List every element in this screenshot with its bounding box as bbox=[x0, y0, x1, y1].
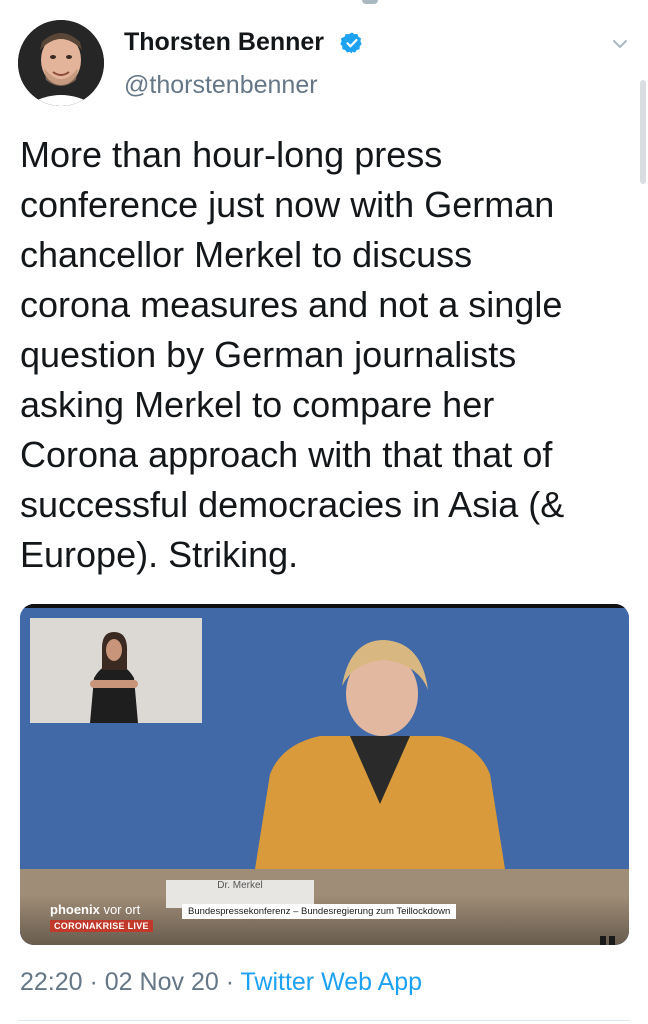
name-plate-text: Dr. Merkel bbox=[217, 880, 263, 891]
tweet-media-image[interactable]: Dr. Merkel phoenix vor ort CORONAKRISE L… bbox=[20, 604, 629, 945]
tweet-metadata: 22:20 · 02 Nov 20 · Twitter Web App bbox=[20, 968, 422, 997]
avatar-photo bbox=[18, 20, 104, 106]
meta-separator: · bbox=[82, 968, 105, 996]
top-edge bbox=[0, 0, 648, 6]
interpreter-photo bbox=[30, 618, 202, 723]
author-handle[interactable]: @thorstenbenner bbox=[124, 71, 318, 100]
sign-language-interpreter-inset bbox=[30, 618, 202, 723]
tweet-date[interactable]: 02 Nov 20 bbox=[105, 968, 219, 996]
tweet-text: More than hour-long press conference jus… bbox=[20, 134, 565, 575]
chevron-down-icon[interactable] bbox=[610, 34, 630, 54]
verified-badge-icon bbox=[340, 32, 362, 54]
source-app-link[interactable]: Twitter Web App bbox=[241, 968, 423, 996]
previous-tweet-connector bbox=[362, 0, 378, 4]
author-name[interactable]: Thorsten Benner bbox=[124, 28, 324, 57]
divider bbox=[18, 1020, 630, 1021]
live-badge: CORONAKRISE LIVE bbox=[50, 920, 153, 932]
pause-icon bbox=[597, 933, 619, 945]
broadcaster-brand-sub: vor ort bbox=[99, 902, 141, 917]
meta-separator: · bbox=[218, 968, 241, 996]
broadcaster-logo: phoenix vor ort bbox=[50, 902, 140, 917]
scrollbar[interactable] bbox=[640, 80, 646, 184]
avatar[interactable] bbox=[18, 20, 104, 106]
broadcaster-brand-main: phoenix bbox=[50, 902, 100, 917]
broadcast-caption: Bundespressekonferenz – Bundesregierung … bbox=[182, 904, 457, 919]
tweet-time[interactable]: 22:20 bbox=[20, 968, 83, 996]
